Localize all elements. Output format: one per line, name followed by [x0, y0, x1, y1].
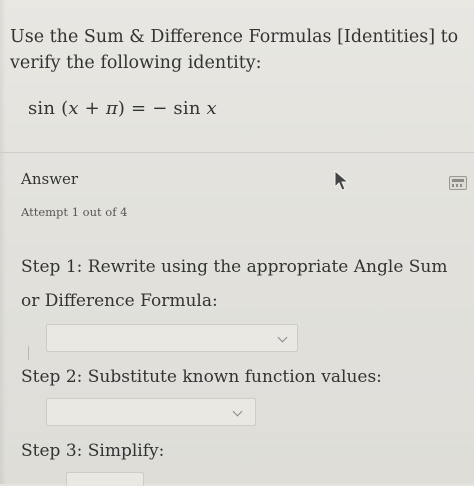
step-2-label: Step 2: Substitute known function values… [21, 367, 382, 387]
variable-x: x [68, 98, 79, 119]
sin-function: sin [28, 98, 56, 119]
equals-neg-sin: ) = − sin [117, 98, 207, 119]
step-1-dropdown[interactable] [46, 324, 298, 352]
page-edge-shadow [0, 0, 6, 484]
attempt-counter: Attempt 1 out of 4 [21, 205, 128, 219]
step-1-label: Step 1: Rewrite using the appropriate An… [21, 257, 448, 311]
chevron-down-icon [232, 406, 243, 417]
variable-x-rhs: x [206, 98, 217, 119]
question-page: Use the Sum & Difference Formulas [Ident… [0, 0, 474, 486]
pi-symbol: π [105, 98, 118, 119]
step-2-dropdown[interactable] [46, 398, 256, 426]
plus-sign: + [78, 98, 106, 119]
step-3-label: Step 3: Simplify: [21, 441, 165, 461]
mouse-pointer-icon [334, 170, 350, 191]
calculator-icon[interactable] [449, 176, 467, 190]
section-divider [0, 152, 474, 153]
question-prompt: Use the Sum & Difference Formulas [Ident… [10, 27, 459, 73]
margin-mark [28, 346, 35, 360]
chevron-down-icon [277, 332, 288, 343]
answer-heading: Answer [21, 170, 79, 188]
open-paren: ( [55, 98, 69, 119]
identity-expression: sin (x + π) = − sin x [28, 98, 217, 119]
